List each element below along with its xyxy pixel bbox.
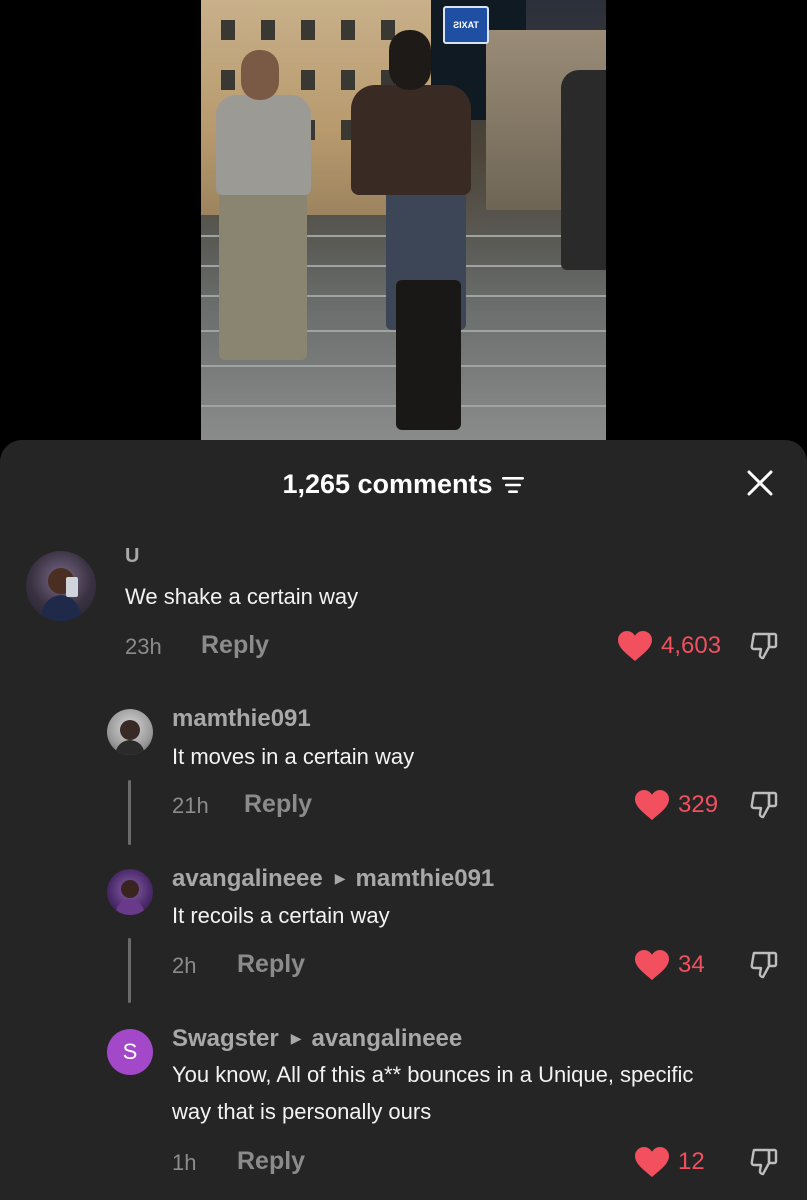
like-count: 12: [678, 1148, 705, 1175]
comment-text-line-1: You know, All of this a** bounces in a U…: [172, 1062, 694, 1087]
person-center-head: [389, 30, 431, 90]
avatar[interactable]: S: [107, 1029, 153, 1075]
comment-item: S Swagster ▶ avangalineee You know, All of…: [0, 440, 807, 1200]
comment-username: Swagster ▶ avangalineee: [172, 1025, 462, 1053]
comment-time: 1h: [172, 1150, 197, 1175]
reply-to-name[interactable]: avangalineee: [312, 1025, 463, 1052]
person-right: [561, 70, 606, 270]
person-left-legs: [219, 190, 307, 360]
thumbs-down-icon[interactable]: [748, 1146, 780, 1178]
reply-arrow-icon: ▶: [290, 1030, 302, 1046]
person-left-head: [241, 50, 279, 100]
commenter-name[interactable]: Swagster: [172, 1025, 279, 1052]
person-center-boots: [396, 280, 461, 430]
taxi-sign: TAXIS: [443, 6, 489, 44]
comment-text-line-2: way that is personally ours: [172, 1099, 432, 1124]
comments-sheet: 1,265 comments U We shake a certain way: [0, 440, 807, 1200]
person-center-body: [351, 85, 471, 195]
video-player[interactable]: TAXIS: [201, 0, 606, 440]
heart-icon[interactable]: [634, 1146, 670, 1178]
reply-button[interactable]: Reply: [237, 1147, 305, 1176]
avatar-letter: S: [122, 1039, 138, 1064]
person-left-body: [216, 95, 311, 195]
like-control[interactable]: 12: [634, 1146, 705, 1178]
